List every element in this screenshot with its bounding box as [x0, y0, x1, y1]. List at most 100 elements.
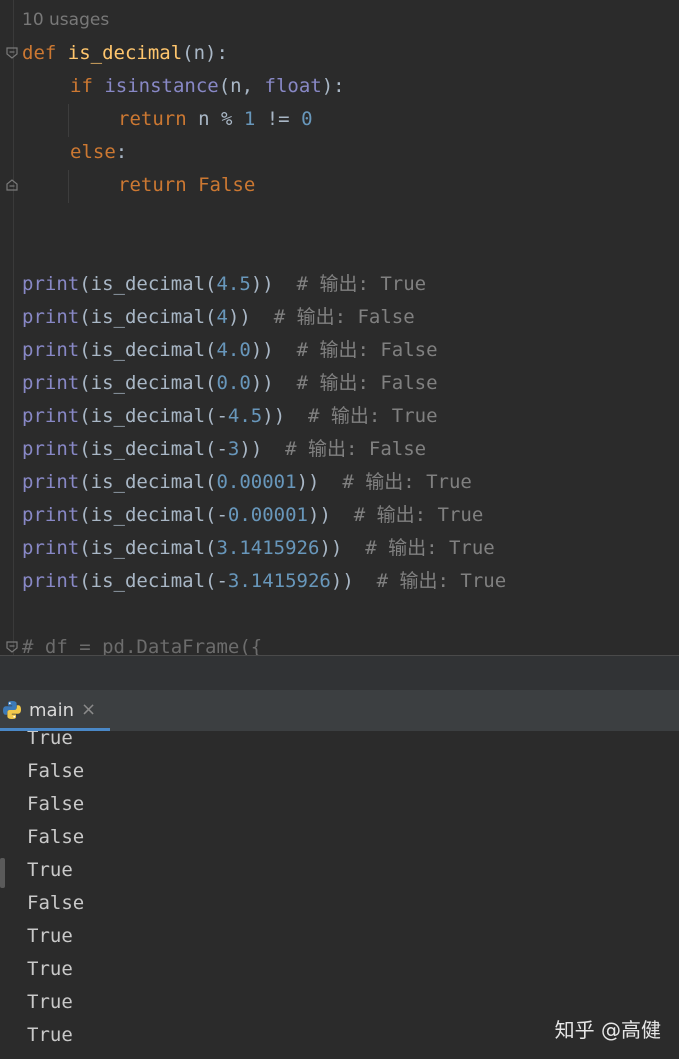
- builtin-name: print: [22, 471, 80, 493]
- console-scrollbar[interactable]: [0, 858, 5, 888]
- code-text: (is_decimal(: [79, 537, 217, 559]
- fold-close-icon[interactable]: [6, 179, 18, 191]
- code-comment: # 输出: False: [273, 372, 438, 394]
- console-output-line: True: [27, 859, 73, 881]
- builtin-name: print: [22, 570, 80, 592]
- builtin-name: float: [264, 75, 322, 97]
- console-output-line: False: [27, 826, 85, 848]
- code-line-comment[interactable]: # df = pd.DataFrame({: [22, 631, 262, 655]
- code-line-print[interactable]: print(is_decimal(4)) # 输出: False: [22, 301, 415, 334]
- number-literal: 0: [301, 108, 313, 130]
- number-literal: 3.1415926: [216, 537, 320, 559]
- builtin-name: print: [22, 405, 80, 427]
- code-text: )): [319, 537, 343, 559]
- builtin-name: print: [22, 306, 80, 328]
- run-tab-main[interactable]: main ×: [0, 690, 110, 731]
- watermark: 知乎 @高健: [554, 1018, 661, 1042]
- console-output-line: False: [27, 760, 85, 782]
- code-comment: # 输出: True: [285, 405, 438, 427]
- code-line-print[interactable]: print(is_decimal(-3.1415926)) # 输出: True: [22, 565, 506, 598]
- python-icon: [3, 701, 21, 719]
- console-output-line: True: [27, 991, 73, 1013]
- code-line-return-mod[interactable]: return n % 1 != 0: [118, 103, 313, 136]
- fold-open-icon[interactable]: [6, 641, 18, 653]
- code-text: (is_decimal(: [79, 339, 217, 361]
- code-text: (is_decimal(: [79, 306, 217, 328]
- code-text: )): [250, 372, 274, 394]
- code-line-else[interactable]: else:: [70, 136, 127, 169]
- number-literal: 4: [216, 306, 228, 328]
- code-line-print[interactable]: print(is_decimal(-0.00001)) # 输出: True: [22, 499, 483, 532]
- run-tab-label: main: [29, 700, 74, 721]
- code-line-print[interactable]: print(is_decimal(4.5)) # 输出: True: [22, 268, 426, 301]
- code-text: (is_decimal(-: [79, 504, 228, 526]
- code-line-print[interactable]: print(is_decimal(4.0)) # 输出: False: [22, 334, 438, 367]
- builtin-name: print: [22, 273, 80, 295]
- builtin-name: print: [22, 438, 80, 460]
- keyword: return: [118, 174, 187, 196]
- builtin-name: print: [22, 372, 80, 394]
- console-output-line: True: [27, 1024, 73, 1046]
- code-text: ):: [321, 75, 345, 97]
- code-comment: # 输出: False: [273, 339, 438, 361]
- number-literal: 3.1415926: [227, 570, 331, 592]
- console-output-line: True: [27, 925, 73, 947]
- indent-guide: [68, 104, 69, 137]
- code-text: )): [239, 438, 263, 460]
- number-literal: 3: [227, 438, 240, 460]
- code-comment: # 输出: True: [342, 537, 495, 559]
- builtin-name: print: [22, 339, 80, 361]
- code-line-def[interactable]: def is_decimal(n):: [22, 37, 228, 70]
- code-line-if[interactable]: if isinstance(n, float):: [70, 70, 345, 103]
- keyword: def: [22, 42, 57, 64]
- console-output-line: False: [27, 892, 85, 914]
- console-output-line: True: [27, 958, 73, 980]
- code-line-print[interactable]: print(is_decimal(0.0)) # 输出: False: [22, 367, 438, 400]
- code-text: )): [308, 504, 331, 526]
- run-console-output[interactable]: True False False False True False True T…: [0, 731, 679, 1059]
- code-text: (is_decimal(: [79, 471, 217, 493]
- fold-open-icon[interactable]: [6, 47, 18, 59]
- code-comment: # 输出: True: [353, 570, 507, 592]
- builtin-name: print: [22, 537, 80, 559]
- code-text: (is_decimal(-: [79, 405, 228, 427]
- keyword: if: [70, 75, 93, 97]
- number-literal: 4.5: [216, 273, 251, 295]
- number-literal: 0.0: [216, 372, 251, 394]
- code-text: (n,: [218, 75, 265, 97]
- code-line-print[interactable]: print(is_decimal(-4.5)) # 输出: True: [22, 400, 438, 433]
- code-comment: # 输出: False: [262, 438, 427, 460]
- code-text: (n):: [182, 42, 228, 64]
- code-text: )): [262, 405, 286, 427]
- close-icon[interactable]: ×: [81, 699, 96, 720]
- code-text: n %: [186, 108, 244, 130]
- panel-splitter[interactable]: [0, 655, 679, 691]
- number-literal: 4.0: [216, 339, 251, 361]
- code-text: (is_decimal(: [79, 372, 217, 394]
- code-comment: # 输出: False: [250, 306, 415, 328]
- code-line-print[interactable]: print(is_decimal(-3)) # 输出: False: [22, 433, 426, 466]
- keyword: False: [186, 174, 256, 196]
- number-literal: 4.5: [227, 405, 263, 427]
- code-line-return-false[interactable]: return False: [118, 169, 255, 202]
- code-editor[interactable]: 10 usages def is_decimal(n): if isinstan…: [0, 0, 679, 655]
- keyword: else: [70, 141, 116, 163]
- number-literal: 0.00001: [216, 471, 297, 493]
- indent-guide: [68, 170, 69, 203]
- code-comment: # 输出: True: [273, 273, 427, 295]
- number-literal: 1: [243, 108, 256, 130]
- console-output-line: True: [27, 731, 73, 749]
- code-text: (is_decimal(-: [79, 438, 228, 460]
- keyword: return: [118, 108, 187, 130]
- run-tool-window-tabbar: main ×: [0, 690, 679, 732]
- code-text: )): [330, 570, 354, 592]
- code-text: :: [115, 141, 128, 163]
- code-line-print[interactable]: print(is_decimal(3.1415926)) # 输出: True: [22, 532, 495, 565]
- code-text: (is_decimal(: [79, 273, 217, 295]
- code-comment: # 输出: True: [330, 504, 484, 526]
- console-output-line: False: [27, 793, 85, 815]
- usages-hint[interactable]: 10 usages: [22, 10, 109, 30]
- number-literal: 0.00001: [227, 504, 308, 526]
- code-line-print[interactable]: print(is_decimal(0.00001)) # 输出: True: [22, 466, 472, 499]
- gutter-divider: [13, 0, 14, 655]
